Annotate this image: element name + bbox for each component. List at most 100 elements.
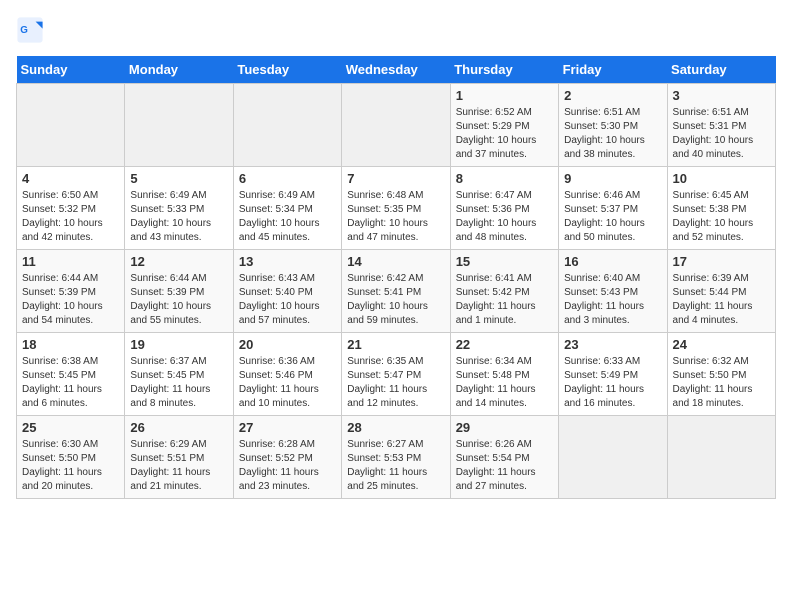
page-header: G — [16, 16, 776, 44]
weekday-header-monday: Monday — [125, 56, 233, 84]
day-number: 14 — [347, 254, 444, 269]
calendar-cell: 22 Sunrise: 6:34 AMSunset: 5:48 PMDayligh… — [450, 333, 558, 416]
svg-text:G: G — [20, 25, 28, 36]
day-info: Sunrise: 6:35 AMSunset: 5:47 PMDaylight:… — [347, 355, 444, 411]
calendar-week-5: 25 Sunrise: 6:30 AMSunset: 5:50 PMDayligh… — [17, 416, 776, 499]
calendar-cell: 16Sunrise: 6:40 AMSunset: 5:43 PMDayligh… — [559, 250, 667, 333]
day-number: 21 — [347, 337, 444, 352]
day-number: 5 — [130, 171, 227, 186]
day-info: Sunrise: 6:50 AMSunset: 5:32 PMDaylight:… — [22, 189, 119, 245]
day-info: Sunrise: 6:27 AMSunset: 5:53 PMDaylight:… — [347, 438, 444, 494]
day-number: 1 — [456, 88, 553, 103]
calendar-cell: 19 Sunrise: 6:37 AMSunset: 5:45 PMDayligh… — [125, 333, 233, 416]
day-number: 19 — [130, 337, 227, 352]
weekday-header-friday: Friday — [559, 56, 667, 84]
day-number: 9 — [564, 171, 661, 186]
day-number: 2 — [564, 88, 661, 103]
day-number: 23 — [564, 337, 661, 352]
calendar-header: SundayMondayTuesdayWednesdayThursdayFrid… — [17, 56, 776, 84]
weekday-header-tuesday: Tuesday — [233, 56, 341, 84]
calendar-cell: 27Sunrise: 6:28 AMSunset: 5:52 PMDayligh… — [233, 416, 341, 499]
calendar-cell: 3 Sunrise: 6:51 AMSunset: 5:31 PMDaylight… — [667, 84, 775, 167]
calendar-week-1: 1 Sunrise: 6:52 AMSunset: 5:29 PMDaylight… — [17, 84, 776, 167]
day-info: Sunrise: 6:37 AMSunset: 5:45 PMDaylight:… — [130, 355, 227, 411]
day-number: 4 — [22, 171, 119, 186]
day-number: 8 — [456, 171, 553, 186]
calendar-week-3: 11 Sunrise: 6:44 AMSunset: 5:39 PMDayligh… — [17, 250, 776, 333]
day-info: Sunrise: 6:40 AMSunset: 5:43 PMDaylight:… — [564, 272, 661, 328]
day-number: 20 — [239, 337, 336, 352]
calendar-cell: 8 Sunrise: 6:47 AMSunset: 5:36 PMDaylight… — [450, 167, 558, 250]
calendar-cell: 17 Sunrise: 6:39 AMSunset: 5:44 PMDayligh… — [667, 250, 775, 333]
day-number: 27 — [239, 420, 336, 435]
weekday-header-wednesday: Wednesday — [342, 56, 450, 84]
logo-icon: G — [16, 16, 44, 44]
calendar-week-2: 4 Sunrise: 6:50 AMSunset: 5:32 PMDaylight… — [17, 167, 776, 250]
day-info: Sunrise: 6:47 AMSunset: 5:36 PMDaylight:… — [456, 189, 553, 245]
calendar-cell — [559, 416, 667, 499]
day-number: 12 — [130, 254, 227, 269]
day-info: Sunrise: 6:41 AMSunset: 5:42 PMDaylight:… — [456, 272, 553, 328]
day-info: Sunrise: 6:44 AMSunset: 5:39 PMDaylight:… — [22, 272, 119, 328]
calendar-cell: 23 Sunrise: 6:33 AMSunset: 5:49 PMDayligh… — [559, 333, 667, 416]
calendar-cell: 28Sunrise: 6:27 AMSunset: 5:53 PMDayligh… — [342, 416, 450, 499]
calendar-cell: 10Sunrise: 6:45 AMSunset: 5:38 PMDayligh… — [667, 167, 775, 250]
calendar-cell: 21 Sunrise: 6:35 AMSunset: 5:47 PMDayligh… — [342, 333, 450, 416]
day-number: 25 — [22, 420, 119, 435]
calendar-cell: 29 Sunrise: 6:26 AMSunset: 5:54 PMDayligh… — [450, 416, 558, 499]
calendar-cell — [125, 84, 233, 167]
calendar-week-4: 18 Sunrise: 6:38 AMSunset: 5:45 PMDayligh… — [17, 333, 776, 416]
day-info: Sunrise: 6:30 AMSunset: 5:50 PMDaylight:… — [22, 438, 119, 494]
day-info: Sunrise: 6:52 AMSunset: 5:29 PMDaylight:… — [456, 106, 553, 162]
calendar-cell: 18 Sunrise: 6:38 AMSunset: 5:45 PMDayligh… — [17, 333, 125, 416]
calendar-cell: 14Sunrise: 6:42 AMSunset: 5:41 PMDayligh… — [342, 250, 450, 333]
day-info: Sunrise: 6:44 AMSunset: 5:39 PMDaylight:… — [130, 272, 227, 328]
day-info: Sunrise: 6:49 AMSunset: 5:33 PMDaylight:… — [130, 189, 227, 245]
day-info: Sunrise: 6:39 AMSunset: 5:44 PMDaylight:… — [673, 272, 770, 328]
calendar-cell: 24 Sunrise: 6:32 AMSunset: 5:50 PMDayligh… — [667, 333, 775, 416]
day-info: Sunrise: 6:33 AMSunset: 5:49 PMDaylight:… — [564, 355, 661, 411]
weekday-header-saturday: Saturday — [667, 56, 775, 84]
calendar-cell: 1 Sunrise: 6:52 AMSunset: 5:29 PMDaylight… — [450, 84, 558, 167]
day-number: 10 — [673, 171, 770, 186]
day-number: 18 — [22, 337, 119, 352]
logo: G — [16, 16, 50, 44]
calendar-cell: 15 Sunrise: 6:41 AMSunset: 5:42 PMDayligh… — [450, 250, 558, 333]
day-number: 22 — [456, 337, 553, 352]
day-info: Sunrise: 6:36 AMSunset: 5:46 PMDaylight:… — [239, 355, 336, 411]
calendar-cell: 9 Sunrise: 6:46 AMSunset: 5:37 PMDaylight… — [559, 167, 667, 250]
calendar-cell: 20 Sunrise: 6:36 AMSunset: 5:46 PMDayligh… — [233, 333, 341, 416]
day-info: Sunrise: 6:29 AMSunset: 5:51 PMDaylight:… — [130, 438, 227, 494]
day-info: Sunrise: 6:46 AMSunset: 5:37 PMDaylight:… — [564, 189, 661, 245]
calendar-cell: 6Sunrise: 6:49 AMSunset: 5:34 PMDaylight… — [233, 167, 341, 250]
day-number: 3 — [673, 88, 770, 103]
weekday-header-sunday: Sunday — [17, 56, 125, 84]
day-info: Sunrise: 6:26 AMSunset: 5:54 PMDaylight:… — [456, 438, 553, 494]
day-info: Sunrise: 6:43 AMSunset: 5:40 PMDaylight:… — [239, 272, 336, 328]
day-number: 29 — [456, 420, 553, 435]
day-info: Sunrise: 6:51 AMSunset: 5:31 PMDaylight:… — [673, 106, 770, 162]
calendar-body: 1 Sunrise: 6:52 AMSunset: 5:29 PMDaylight… — [17, 84, 776, 499]
calendar-cell: 11 Sunrise: 6:44 AMSunset: 5:39 PMDayligh… — [17, 250, 125, 333]
day-number: 24 — [673, 337, 770, 352]
calendar-cell — [342, 84, 450, 167]
calendar-cell: 13Sunrise: 6:43 AMSunset: 5:40 PMDayligh… — [233, 250, 341, 333]
day-info: Sunrise: 6:48 AMSunset: 5:35 PMDaylight:… — [347, 189, 444, 245]
day-number: 15 — [456, 254, 553, 269]
day-info: Sunrise: 6:34 AMSunset: 5:48 PMDaylight:… — [456, 355, 553, 411]
day-info: Sunrise: 6:51 AMSunset: 5:30 PMDaylight:… — [564, 106, 661, 162]
calendar-cell — [667, 416, 775, 499]
calendar-cell — [233, 84, 341, 167]
calendar-cell: 4 Sunrise: 6:50 AMSunset: 5:32 PMDaylight… — [17, 167, 125, 250]
calendar-cell: 25 Sunrise: 6:30 AMSunset: 5:50 PMDayligh… — [17, 416, 125, 499]
day-number: 26 — [130, 420, 227, 435]
calendar-cell — [17, 84, 125, 167]
weekday-header-thursday: Thursday — [450, 56, 558, 84]
day-number: 11 — [22, 254, 119, 269]
calendar-cell: 26 Sunrise: 6:29 AMSunset: 5:51 PMDayligh… — [125, 416, 233, 499]
day-number: 7 — [347, 171, 444, 186]
day-info: Sunrise: 6:38 AMSunset: 5:45 PMDaylight:… — [22, 355, 119, 411]
calendar-cell: 2 Sunrise: 6:51 AMSunset: 5:30 PMDaylight… — [559, 84, 667, 167]
day-info: Sunrise: 6:32 AMSunset: 5:50 PMDaylight:… — [673, 355, 770, 411]
day-number: 17 — [673, 254, 770, 269]
